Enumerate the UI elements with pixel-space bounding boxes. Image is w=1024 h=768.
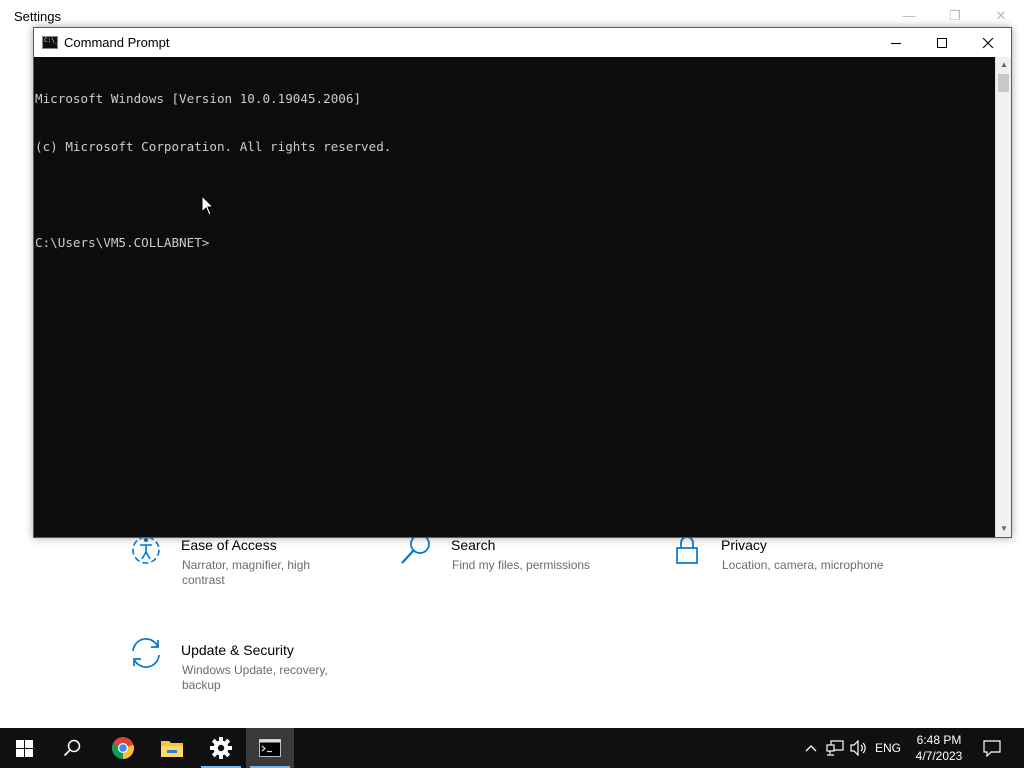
tile-desc-line: backup — [182, 678, 221, 692]
settings-button[interactable] — [197, 728, 245, 768]
start-button[interactable] — [0, 728, 48, 768]
show-hidden-icons-button[interactable] — [800, 728, 822, 768]
network-icon — [826, 740, 844, 756]
file-explorer-button[interactable] — [148, 728, 196, 768]
tile-title: Search — [451, 537, 496, 553]
sync-icon — [132, 638, 160, 668]
volume-button[interactable] — [848, 728, 870, 768]
tile-title: Update & Security — [181, 642, 294, 658]
command-prompt-button[interactable] — [246, 728, 294, 768]
tile-desc-line: Narrator, magnifier, high — [182, 558, 311, 572]
window-title: Command Prompt — [64, 35, 170, 50]
vertical-scrollbar[interactable]: ▲ ▼ — [995, 57, 1011, 537]
input-language-indicator[interactable]: ENG — [872, 741, 904, 755]
windows-logo-icon — [15, 739, 33, 757]
network-button[interactable] — [824, 728, 846, 768]
settings-tile-search[interactable]: Search Find my files, permissions — [398, 530, 638, 590]
chrome-icon — [112, 737, 134, 759]
folder-icon — [161, 741, 183, 757]
maximize-button[interactable] — [919, 28, 965, 57]
maximize-icon — [937, 37, 947, 48]
cmd-titlebar[interactable]: C:\_ Command Prompt — [34, 28, 1011, 57]
tile-desc-line: Find my files, permissions — [452, 558, 591, 572]
console-line: Microsoft Windows [Version 10.0.19045.20… — [35, 91, 362, 106]
notifications-button[interactable] — [978, 728, 1006, 768]
tile-title: Privacy — [721, 537, 767, 553]
settings-minimize-button[interactable]: — — [894, 6, 924, 26]
settings-title: Settings — [14, 9, 61, 24]
settings-tile-update-security[interactable]: Update & Security Windows Update, recove… — [128, 635, 368, 695]
minimize-icon — [891, 42, 901, 44]
scroll-thumb[interactable] — [998, 74, 1009, 92]
mouse-pointer-icon — [201, 195, 215, 216]
tile-desc-line: Windows Update, recovery, — [182, 663, 328, 677]
clock-date[interactable]: 4/7/2023 — [908, 749, 970, 763]
gear-icon — [210, 737, 232, 759]
cmd-app-icon: C:\_ — [42, 36, 58, 49]
tile-title: Ease of Access — [181, 537, 277, 553]
minimize-button[interactable] — [873, 28, 919, 57]
speaker-icon — [850, 740, 866, 756]
command-prompt-window: C:\_ Command Prompt Microsoft Windows [V… — [33, 27, 1012, 538]
taskbar: ENG 6:48 PM 4/7/2023 — [0, 728, 1024, 768]
settings-close-button[interactable]: ✕ — [986, 6, 1016, 26]
close-icon — [982, 37, 994, 48]
notification-icon — [983, 739, 1001, 757]
taskbar-search-button[interactable] — [48, 728, 96, 768]
chevron-up-icon — [805, 745, 817, 752]
scroll-down-arrow-icon[interactable]: ▼ — [996, 521, 1012, 537]
settings-restore-button[interactable]: ❐ — [940, 6, 970, 26]
clock-time[interactable]: 6:48 PM — [908, 733, 970, 747]
command-prompt-icon — [259, 739, 281, 757]
chrome-button[interactable] — [99, 728, 147, 768]
tile-desc-line: contrast — [182, 573, 225, 587]
console-line: (c) Microsoft Corporation. All rights re… — [35, 139, 392, 154]
console-prompt-line[interactable]: C:\Users\VM5.COLLABNET> — [35, 235, 995, 251]
search-icon — [63, 739, 81, 757]
close-button[interactable] — [965, 28, 1011, 57]
settings-tile-ease-of-access[interactable]: Ease of Access Narrator, magnifier, high… — [128, 530, 368, 590]
settings-tile-privacy[interactable]: Privacy Location, camera, microphone — [668, 530, 928, 590]
console-output[interactable]: Microsoft Windows [Version 10.0.19045.20… — [34, 57, 995, 537]
tile-desc-line: Location, camera, microphone — [722, 558, 884, 572]
scroll-up-arrow-icon[interactable]: ▲ — [996, 57, 1012, 73]
